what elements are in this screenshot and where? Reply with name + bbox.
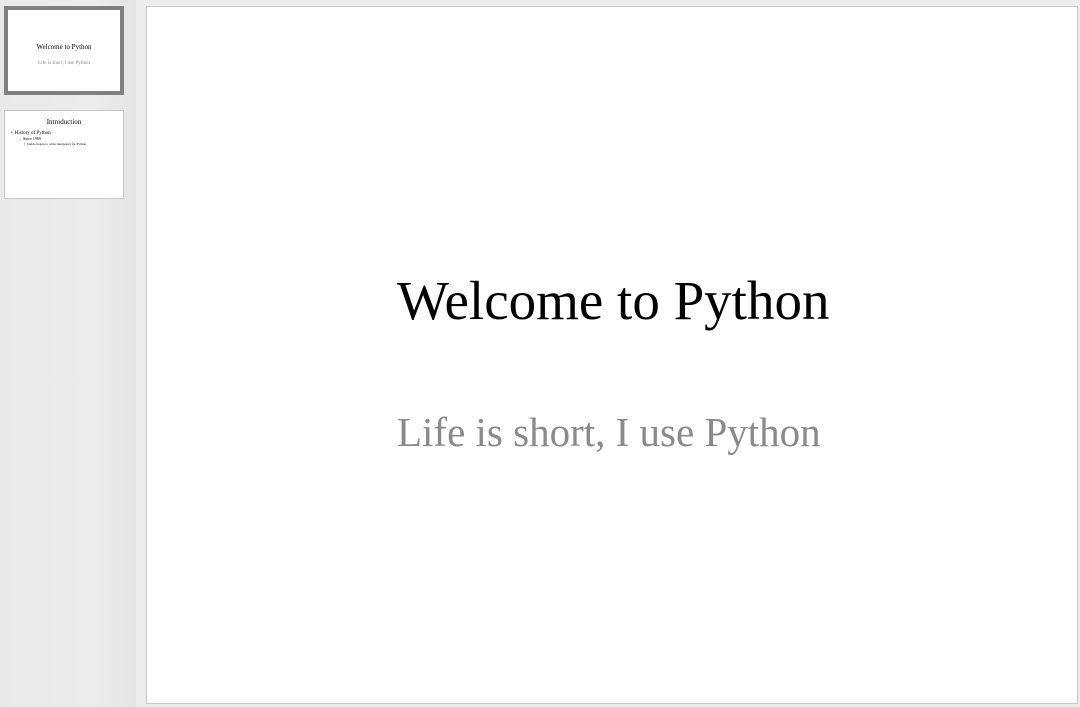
thumbnail-title: Welcome to Python: [36, 43, 92, 51]
bullet-marker: •: [24, 141, 26, 146]
thumbnail-subtitle: Life is short, I use Python: [38, 61, 90, 66]
bullet-marker: •: [11, 131, 13, 136]
bullet-marker: –: [19, 136, 21, 141]
slide-thumbnail-2[interactable]: Introduction • History of Python – Since 1…: [4, 110, 124, 199]
slide-subtitle[interactable]: Life is short, I use Python: [397, 408, 821, 456]
slide-title[interactable]: Welcome to Python: [397, 269, 829, 332]
presentation-app: Welcome to Python Life is short, I use P…: [0, 0, 1080, 707]
bullet-text: Guido began to write interpreter for Pyt…: [27, 141, 87, 146]
thumbnail-title: Introduction: [46, 118, 82, 126]
thumbnail-bullet-list: • History of Python – Since 1989 • Guido be…: [11, 131, 121, 146]
slide-canvas[interactable]: Welcome to Python Life is short, I use P…: [146, 6, 1078, 704]
bullet-text: Since 1989: [23, 136, 41, 141]
slide-thumbnail-panel: Welcome to Python Life is short, I use P…: [0, 0, 136, 707]
bullet-item: • Guido began to write interpreter for Py…: [11, 142, 121, 146]
slide-thumbnail-1[interactable]: Welcome to Python Life is short, I use P…: [4, 6, 124, 95]
